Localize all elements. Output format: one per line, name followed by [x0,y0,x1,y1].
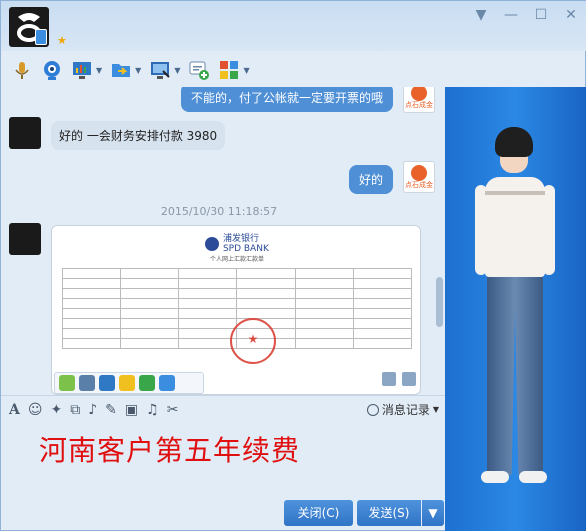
chat-window: ★ ▼ — ☐ ✕ ▼ ▼ ▼ ▼ 不能的，付了公帐就一定要开票的哦 点石成金 … [0,0,586,531]
message-input-text[interactable]: 河南客户第五年续费 [39,429,300,469]
input-toolbar: A ☺ ✦ ⧉ ♪ ✎ ▣ ♫ ✂ 消息记录 ▼ [1,395,445,423]
font-icon[interactable]: A [9,402,20,418]
mobile-online-icon [35,29,47,45]
webcam-icon [44,61,60,80]
apps-grid-icon [220,61,239,79]
avatar-figure-illustration [475,127,555,507]
bank-header: 浦发银行 SPD BANK 个人网上汇款汇款单 [62,234,412,263]
close-window-button[interactable]: ✕ [563,7,579,23]
chat-add-icon [189,61,210,80]
edit-icon[interactable]: ✎ [105,402,117,418]
emoji-icon[interactable]: ☺ [28,402,43,418]
download-icon[interactable] [402,372,416,386]
brand-logo-icon [411,87,427,101]
chevron-down-icon[interactable]: ▼ [135,66,141,75]
edit-image-icon[interactable] [119,375,135,391]
favorite-icon[interactable] [159,375,175,391]
monitor-icon [151,62,171,79]
save-icon[interactable] [79,375,95,391]
chevron-down-icon[interactable]: ▼ [243,66,249,75]
message-bubble-incoming[interactable]: 好的 一会财务安排付款 3980 [51,121,226,150]
sender-avatar[interactable]: 点石成金 [403,161,435,193]
phone-icon[interactable] [99,375,115,391]
create-discussion-button[interactable] [186,57,212,83]
close-button[interactable]: 关闭(C) [284,500,353,526]
star-icon: ★ [57,34,67,47]
message-input[interactable]: 河南客户第五年续费 [1,423,445,497]
skin-menu-button[interactable]: ▼ [473,7,489,23]
clock-icon [366,403,379,416]
scissors-icon[interactable]: ✂ [167,402,179,418]
chevron-down-icon[interactable]: ▼ [174,66,180,75]
send-file-button[interactable]: ▼ [108,57,143,83]
message-bubble-outgoing[interactable]: 好的 [349,165,394,194]
chat-toolbar: ▼ ▼ ▼ ▼ [1,53,441,87]
share-icon[interactable] [139,375,155,391]
voice-message-icon[interactable]: ♪ [88,402,97,418]
music-icon[interactable]: ♫ [146,402,159,418]
bank-receipt-image: 浦发银行 SPD BANK 个人网上汇款汇款单 ★ [61,232,413,382]
chevron-down-icon[interactable]: ▼ [96,66,102,75]
remote-desktop-button[interactable]: ▼ [69,57,104,83]
message-bubble-outgoing[interactable]: 不能的，付了公帐就一定要开票的哦 [180,87,393,112]
sender-avatar[interactable]: 点石成金 [403,87,435,113]
contact-avatar-small[interactable] [9,117,41,149]
send-button[interactable]: 发送(S) [357,500,421,526]
magic-icon[interactable]: ✦ [50,402,62,418]
contact-show-panel [445,87,586,531]
maximize-button[interactable]: ☐ [533,7,549,23]
image-action-bar [54,372,204,394]
title-bar: ★ ▼ — ☐ ✕ [1,1,586,51]
image-extra-actions [382,372,416,386]
action-bar: 关闭(C) 发送(S) ▼ [1,497,445,531]
brand-logo-icon [411,165,427,181]
screenshot-icon[interactable]: ⧉ [70,402,80,418]
send-options-button[interactable]: ▼ [422,500,444,526]
message-list[interactable]: 不能的，付了公帐就一定要开票的哦 点石成金 好的 一会财务安排付款 3980 好… [1,87,445,395]
message-history-button[interactable]: 消息记录 ▼ [366,401,439,418]
image-icon[interactable]: ▣ [125,402,138,418]
image-message[interactable]: 浦发银行 SPD BANK 个人网上汇款汇款单 ★ [51,225,421,395]
remote-assist-button[interactable]: ▼ [147,57,182,83]
video-call-button[interactable] [39,57,65,83]
contact-avatar[interactable] [9,7,49,47]
bank-logo-icon [205,237,220,251]
microphone-icon [15,62,29,79]
voice-call-button[interactable] [9,57,35,83]
minimize-button[interactable]: — [503,7,519,23]
window-controls: ▼ — ☐ ✕ [473,7,579,23]
add-emoji-icon[interactable] [59,375,75,391]
chevron-down-icon: ▼ [432,405,439,414]
gallery-icon[interactable] [382,372,396,386]
folder-send-icon [112,64,131,77]
bank-seal-stamp: ★ [230,318,276,364]
message-scrollbar[interactable] [434,87,444,395]
scroll-thumb[interactable] [436,277,443,327]
apps-button[interactable]: ▼ [216,57,251,83]
screen-share-icon [73,62,91,79]
message-timestamp: 2015/10/30 11:18:57 [160,205,278,218]
contact-avatar-small[interactable] [9,223,41,255]
